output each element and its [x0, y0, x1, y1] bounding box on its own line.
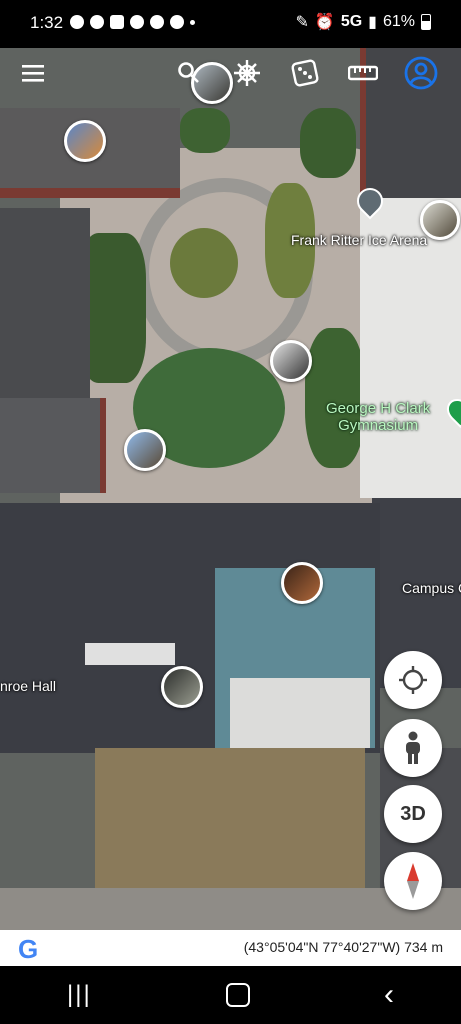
- back-button[interactable]: ‹: [384, 978, 394, 1012]
- ruler-icon: [348, 65, 378, 81]
- system-nav-bar: ||| ‹: [0, 966, 461, 1024]
- info-bar: G (43°05'04"N 77°40'27"W) 734 m: [0, 930, 461, 966]
- parking-lot: [0, 208, 90, 398]
- coordinates-readout: (43°05'04"N 77°40'27"W) 734 m: [243, 939, 443, 955]
- youtube-icon: [110, 15, 124, 29]
- notification-icons: [70, 15, 195, 29]
- pen-icon: ✎: [295, 14, 309, 31]
- ship-wheel-icon: [234, 60, 260, 86]
- building-roof: [85, 643, 175, 665]
- tree-cluster: [305, 328, 365, 468]
- pegman-icon: [406, 731, 420, 764]
- campus-label[interactable]: Campus C: [402, 580, 461, 596]
- measure-button[interactable]: [346, 56, 380, 90]
- compass-icon: [407, 863, 419, 899]
- hall-label[interactable]: nroe Hall: [0, 678, 56, 694]
- pinterest-icon: [130, 15, 144, 29]
- more-notifications-icon: [190, 20, 195, 25]
- compass-button[interactable]: [384, 852, 442, 910]
- photo-marker[interactable]: [64, 120, 106, 162]
- photo-marker[interactable]: [420, 200, 460, 240]
- pinterest-icon: [90, 15, 104, 29]
- menu-icon: [22, 65, 44, 82]
- menu-button[interactable]: [17, 56, 51, 90]
- my-location-button[interactable]: [384, 651, 442, 709]
- tree-cluster: [300, 108, 356, 178]
- crosshair-icon: [399, 666, 427, 694]
- status-right: ✎ ⏰ 5G ▮ 61%: [295, 12, 431, 32]
- account-icon: [404, 56, 438, 90]
- building-roof: [230, 678, 370, 748]
- satellite-map[interactable]: Frank Ritter Ice Arena George H Clark Gy…: [0, 48, 461, 930]
- photo-marker[interactable]: [270, 340, 312, 382]
- dice-icon: [291, 59, 319, 87]
- voyager-button[interactable]: [230, 56, 264, 90]
- recents-button[interactable]: |||: [67, 981, 92, 1009]
- battery-icon: [421, 14, 431, 30]
- photo-marker[interactable]: [281, 562, 323, 604]
- messenger-icon: [70, 15, 84, 29]
- battery-label: 61%: [382, 13, 415, 30]
- search-icon: [178, 62, 199, 83]
- photo-marker[interactable]: [124, 429, 166, 471]
- ice-arena-label[interactable]: Frank Ritter Ice Arena: [291, 232, 427, 248]
- home-button[interactable]: [225, 983, 250, 1007]
- feeling-lucky-button[interactable]: [288, 56, 322, 90]
- gymnasium-label[interactable]: George H Clark Gymnasium: [326, 400, 430, 434]
- chrome-icon: [150, 15, 164, 29]
- status-time: 1:32: [30, 13, 64, 32]
- building-roof: [0, 398, 106, 493]
- search-button[interactable]: [172, 56, 206, 90]
- tree-cluster: [180, 108, 230, 153]
- google-logo-icon: G: [18, 934, 39, 964]
- grass-island: [170, 228, 238, 298]
- 3d-toggle-button[interactable]: 3D: [384, 785, 442, 843]
- status-bar: 1:32 ✎ ⏰ 5G ▮ 61%: [0, 0, 461, 48]
- account-button[interactable]: [404, 56, 438, 90]
- photo-marker[interactable]: [161, 666, 203, 708]
- signal-icon: ▮: [368, 14, 377, 31]
- street-view-button[interactable]: [384, 719, 442, 777]
- network-label: 5G: [340, 13, 363, 30]
- chrome-icon: [170, 15, 184, 29]
- alarm-icon: ⏰: [314, 14, 335, 31]
